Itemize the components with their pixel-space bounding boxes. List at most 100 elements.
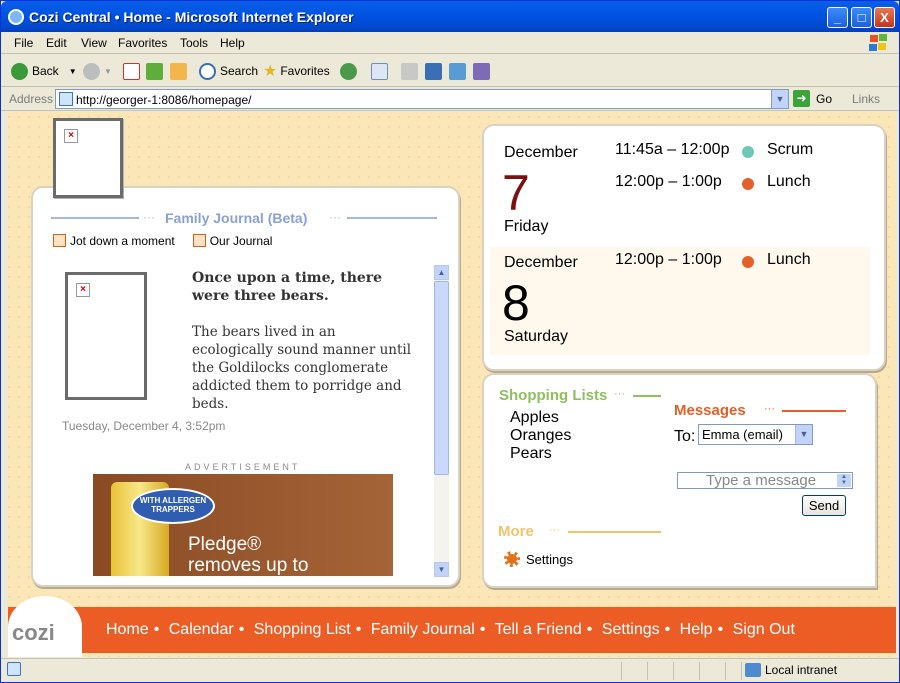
gear-icon (504, 551, 520, 567)
address-input[interactable]: http://georger-1:8086/homepage/ ▼ (55, 89, 789, 109)
address-url: http://georger-1:8086/homepage/ (76, 93, 252, 107)
scroll-down-icon[interactable]: ▼ (434, 562, 449, 577)
address-label: Address (9, 92, 54, 106)
home-icon[interactable] (170, 63, 187, 80)
address-bar: Address http://georger-1:8086/homepage/ … (1, 87, 899, 111)
mail-icon[interactable] (371, 63, 388, 80)
nav-calendar[interactable]: Calendar (169, 621, 234, 638)
bottom-nav-bar: Home • Calendar • Shopping List • Family Jo… (8, 607, 896, 653)
forward-arrow-icon (83, 62, 100, 80)
our-journal-link[interactable]: Our Journal (192, 234, 272, 248)
day1-month: December (504, 144, 578, 161)
pledge-ad[interactable]: WITH ALLERGEN TRAPPERS Pledge® removes u… (93, 474, 393, 576)
nav-settings[interactable]: Settings (602, 621, 660, 638)
ad-subline: removes up to (188, 555, 309, 576)
discuss-icon[interactable] (449, 63, 466, 80)
family-journal-panel: ··· Family Journal (Beta) ··· Jot down a… (31, 186, 460, 587)
intranet-icon (745, 663, 761, 677)
entry-date: Tuesday, December 4, 3:52pm (62, 419, 226, 433)
notebook-icon (192, 234, 206, 247)
menu-tools[interactable]: Tools (180, 36, 208, 50)
day2-month: December (504, 254, 578, 271)
status-bar: Local intranet (1, 658, 899, 682)
messages-heading[interactable]: Messages (674, 402, 746, 419)
to-label: To: (674, 428, 696, 445)
more-heading: More (498, 523, 534, 540)
print-icon[interactable] (401, 63, 418, 80)
page-status-icon (7, 662, 21, 676)
event-color-dot (742, 256, 754, 268)
scroll-thumb[interactable] (434, 281, 449, 475)
broken-image-icon: × (64, 129, 78, 143)
journal-heading: ··· Family Journal (Beta) ··· (51, 210, 437, 226)
nav-shopping-list[interactable]: Shopping List (254, 621, 351, 638)
day1-number[interactable]: 7 (502, 168, 530, 218)
minimize-button[interactable]: _ (827, 7, 848, 28)
media-icon[interactable] (340, 63, 357, 80)
pencil-icon (53, 234, 66, 247)
search-button[interactable]: Search (199, 61, 258, 81)
nav-home[interactable]: Home (106, 621, 149, 638)
links-button[interactable]: Links (852, 92, 880, 106)
search-label: Search (220, 64, 259, 78)
messenger-icon[interactable] (473, 63, 490, 80)
day2-weekday: Saturday (504, 328, 569, 345)
shopping-item[interactable]: Pears (510, 445, 552, 463)
menu-edit[interactable]: Edit (46, 36, 67, 50)
page-icon (59, 92, 73, 106)
toolbar: Back ▼ ▼ Search ★ Favorites (1, 55, 899, 87)
shopping-item[interactable]: Oranges (510, 427, 571, 445)
scroll-up-icon[interactable]: ▲ (434, 265, 449, 280)
event-lunch[interactable]: Lunch (767, 251, 811, 269)
search-icon (199, 62, 216, 80)
nav-tell-a-friend[interactable]: Tell a Friend (495, 621, 582, 638)
recipient-value: Emma (email) (702, 427, 783, 442)
window-title: Cozi Central • Home - Microsoft Internet… (29, 9, 354, 25)
shopping-heading[interactable]: Shopping Lists (499, 387, 607, 404)
ad-headline: Pledge® (188, 534, 262, 555)
browser-window: Cozi Central • Home - Microsoft Internet… (0, 0, 900, 683)
menu-favorites[interactable]: Favorites (118, 36, 167, 50)
send-button[interactable]: Send (802, 495, 846, 516)
windows-logo-icon (869, 34, 889, 52)
address-dropdown-icon[interactable]: ▼ (771, 90, 788, 108)
journal-scrollbar[interactable]: ▲ ▼ (434, 265, 449, 577)
chevron-down-icon[interactable]: ▼ (795, 425, 812, 444)
favorites-button[interactable]: ★ Favorites (263, 61, 330, 81)
event-scrum[interactable]: Scrum (767, 141, 813, 159)
nav-sign-out[interactable]: Sign Out (733, 621, 795, 638)
cozi-logo-text: cozi (12, 620, 55, 645)
menu-help[interactable]: Help (220, 36, 245, 50)
shopping-item[interactable]: Apples (510, 409, 559, 427)
edit-icon[interactable] (425, 63, 442, 80)
event-lunch[interactable]: Lunch (767, 173, 811, 191)
back-button[interactable]: Back ▼ (11, 61, 77, 81)
ad-badge: WITH ALLERGEN TRAPPERS (131, 488, 215, 524)
go-arrow-icon: ➜ (793, 90, 810, 107)
lists-messages-panel: Shopping Lists ··· Apples Oranges Pears … (482, 373, 877, 588)
ad-label: ADVERTISEMENT (185, 462, 301, 472)
jot-moment-link[interactable]: Jot down a moment (53, 234, 175, 248)
menu-file[interactable]: File (14, 36, 33, 50)
maximize-button[interactable]: □ (851, 7, 872, 28)
back-dropdown-icon[interactable]: ▼ (69, 67, 77, 76)
entry-body: The bears lived in an ecologically sound… (192, 324, 412, 412)
settings-link[interactable]: Settings (504, 551, 573, 567)
forward-dropdown-icon: ▼ (104, 66, 112, 76)
nav-help[interactable]: Help (680, 621, 713, 638)
menu-view[interactable]: View (81, 36, 107, 50)
close-button[interactable]: X (874, 7, 895, 28)
day2-number[interactable]: 8 (502, 278, 530, 328)
recipient-select[interactable]: Emma (email) ▼ (698, 424, 813, 445)
forward-button[interactable]: ▼ (83, 61, 112, 81)
ie-icon (8, 9, 24, 25)
stop-icon[interactable] (123, 63, 140, 80)
go-button[interactable]: ➜ Go (793, 90, 832, 107)
title-bar: Cozi Central • Home - Microsoft Internet… (1, 1, 899, 32)
nav-family-journal[interactable]: Family Journal (371, 621, 475, 638)
day1-weekday: Friday (504, 218, 549, 235)
refresh-icon[interactable] (146, 63, 163, 80)
journal-title: Family Journal (Beta) (165, 210, 308, 226)
message-input[interactable]: Type a message ▲ ▼ (677, 472, 853, 489)
spin-icon[interactable]: ▲ ▼ (837, 474, 851, 487)
